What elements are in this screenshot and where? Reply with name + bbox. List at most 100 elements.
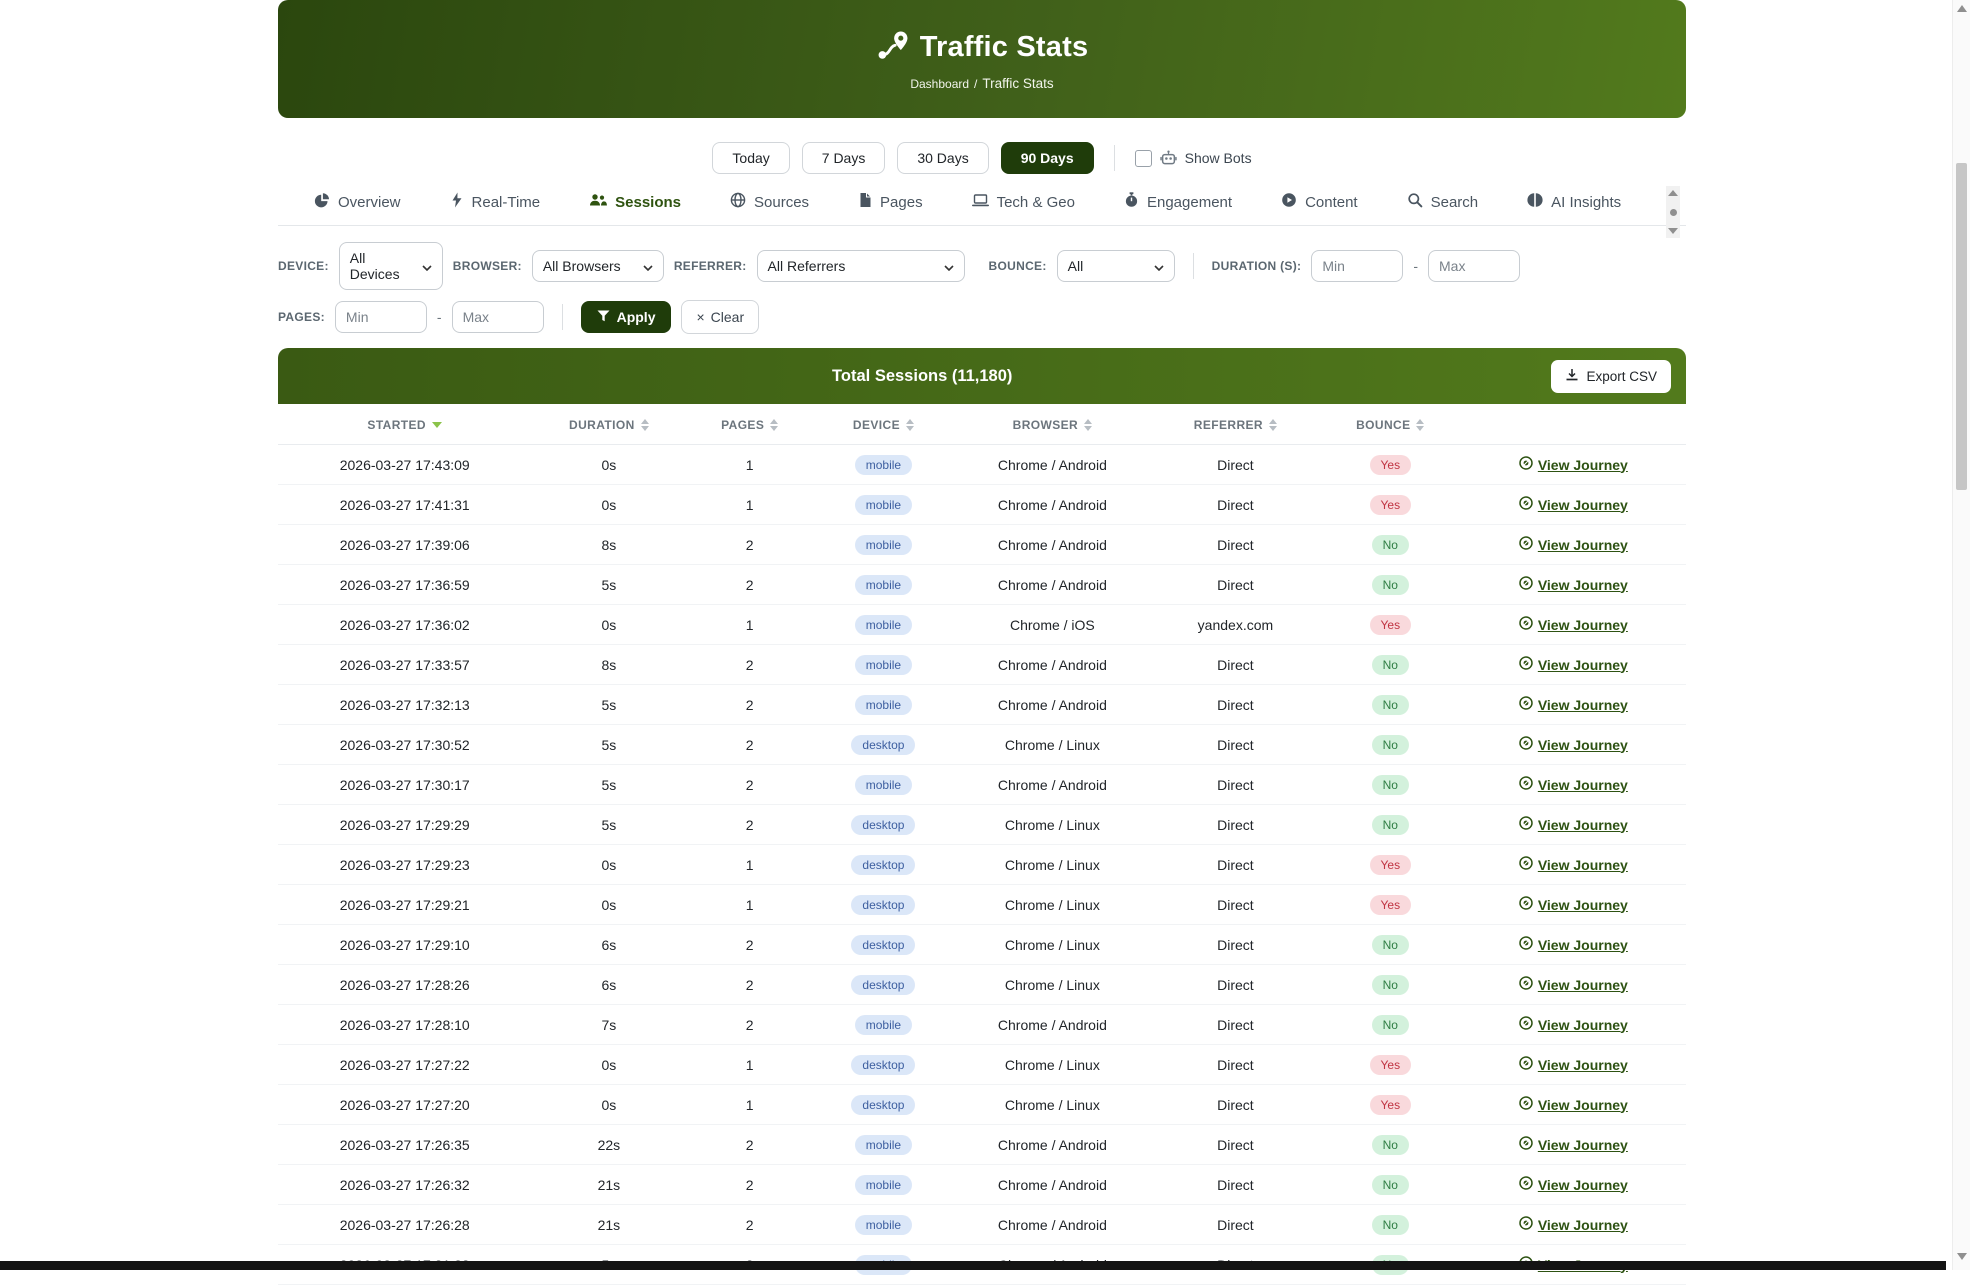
pages-max-input[interactable] [452,301,544,333]
column-header-bounce[interactable]: Bounce [1320,404,1461,445]
chevron-down-icon [643,258,653,274]
view-journey-link[interactable]: View Journey [1519,1056,1628,1073]
view-journey-link[interactable]: View Journey [1519,776,1628,793]
session-referrer: Direct [1151,645,1320,685]
column-header-referrer[interactable]: Referrer [1151,404,1320,445]
session-referrer: Direct [1151,1045,1320,1085]
session-duration: 7s [531,1005,686,1045]
view-journey-link[interactable]: View Journey [1519,816,1628,833]
column-header-device[interactable]: Device [813,404,954,445]
range-button-7days[interactable]: 7 Days [802,142,886,174]
scrollbar-thumb[interactable] [1956,163,1967,490]
session-referrer: Direct [1151,1205,1320,1245]
view-journey-label: View Journey [1538,697,1628,713]
pages-filter-label: PAGES: [278,310,325,324]
view-journey-link[interactable]: View Journey [1519,536,1628,553]
users-icon [589,192,607,212]
view-journey-link[interactable]: View Journey [1519,976,1628,993]
apply-button[interactable]: Apply [581,301,672,333]
scroll-down-icon[interactable] [1668,228,1678,234]
column-header-pages[interactable]: Pages [686,404,813,445]
device-select[interactable]: All Devices [339,242,443,290]
breadcrumb-root[interactable]: Dashboard [910,77,969,91]
tab-tech-geo[interactable]: Tech & Geo [972,192,1075,212]
scroll-up-icon[interactable] [1668,190,1678,196]
eye-icon [1519,1136,1533,1153]
session-browser: Chrome / Android [954,485,1151,525]
tab-ai-insights[interactable]: AI Insights [1527,192,1621,212]
page-title: Traffic Stats [920,31,1089,64]
tab-search[interactable]: Search [1407,192,1479,212]
table-row: 2026-03-27 17:28:10 7s 2 mobile Chrome /… [278,1005,1686,1045]
view-journey-link[interactable]: View Journey [1519,456,1628,473]
session-duration: 5s [531,805,686,845]
column-header-started[interactable]: Started [278,404,531,445]
show-bots-control: Show Bots [1135,150,1252,167]
scroll-thumb[interactable] [1670,209,1677,216]
view-journey-link[interactable]: View Journey [1519,1176,1628,1193]
view-journey-label: View Journey [1538,897,1628,913]
bounce-select[interactable]: All [1057,250,1175,282]
view-journey-link[interactable]: View Journey [1519,496,1628,513]
view-journey-link[interactable]: View Journey [1519,1216,1628,1233]
view-journey-link[interactable]: View Journey [1519,1136,1628,1153]
tabs-scrollbar[interactable] [1666,186,1680,238]
session-duration: 0s [531,1045,686,1085]
view-journey-link[interactable]: View Journey [1519,1016,1628,1033]
tab-real-time[interactable]: Real-Time [450,192,541,212]
session-referrer: Direct [1151,525,1320,565]
device-badge: desktop [851,935,915,955]
session-started: 2026-03-27 17:29:23 [278,845,531,885]
tab-overview[interactable]: Overview [314,192,401,212]
bounce-badge: Yes [1370,495,1412,515]
clear-button[interactable]: × Clear [681,300,759,334]
view-journey-link[interactable]: View Journey [1519,896,1628,913]
show-bots-checkbox[interactable] [1135,150,1152,167]
scroll-up-icon[interactable] [1957,5,1967,12]
view-journey-link[interactable]: View Journey [1519,736,1628,753]
view-journey-link[interactable]: View Journey [1519,856,1628,873]
vertical-scrollbar[interactable] [1952,0,1970,1270]
scroll-down-icon[interactable] [1957,1253,1967,1260]
view-journey-label: View Journey [1538,857,1628,873]
device-badge: desktop [851,855,915,875]
device-badge: mobile [855,775,912,795]
session-referrer: Direct [1151,925,1320,965]
view-journey-link[interactable]: View Journey [1519,1096,1628,1113]
duration-max-input[interactable] [1428,250,1520,282]
tab-sessions[interactable]: Sessions [589,192,681,212]
view-journey-link[interactable]: View Journey [1519,616,1628,633]
browser-select[interactable]: All Browsers [532,250,664,282]
session-started: 2026-03-27 17:29:21 [278,885,531,925]
tab-sources[interactable]: Sources [730,192,809,212]
tab-pages[interactable]: Pages [858,192,923,212]
device-badge: desktop [851,895,915,915]
table-header-row: Started Duration Pages Device Browser [278,404,1686,445]
session-browser: Chrome / Linux [954,925,1151,965]
pages-min-input[interactable] [335,301,427,333]
range-button-30days[interactable]: 30 Days [897,142,988,174]
referrer-select[interactable]: All Referrers [757,250,965,282]
device-badge: mobile [855,455,912,475]
view-journey-link[interactable]: View Journey [1519,696,1628,713]
column-header-duration[interactable]: Duration [531,404,686,445]
table-row: 2026-03-27 17:43:09 0s 1 mobile Chrome /… [278,445,1686,485]
column-header-browser[interactable]: Browser [954,404,1151,445]
view-journey-link[interactable]: View Journey [1519,656,1628,673]
horizontal-scrollbar[interactable] [0,1261,1946,1270]
export-csv-button[interactable]: Export CSV [1551,360,1671,393]
session-duration: 8s [531,525,686,565]
session-started: 2026-03-27 17:29:29 [278,805,531,845]
tab-engagement[interactable]: Engagement [1124,192,1232,212]
session-duration: 0s [531,605,686,645]
view-journey-link[interactable]: View Journey [1519,576,1628,593]
session-started: 2026-03-27 17:26:32 [278,1165,531,1205]
view-journey-label: View Journey [1538,777,1628,793]
range-button-today[interactable]: Today [712,142,789,174]
session-referrer: Direct [1151,1165,1320,1205]
range-button-90days[interactable]: 90 Days [1001,142,1094,174]
session-pages: 1 [686,845,813,885]
view-journey-link[interactable]: View Journey [1519,936,1628,953]
tab-content[interactable]: Content [1281,192,1358,212]
duration-min-input[interactable] [1311,250,1403,282]
